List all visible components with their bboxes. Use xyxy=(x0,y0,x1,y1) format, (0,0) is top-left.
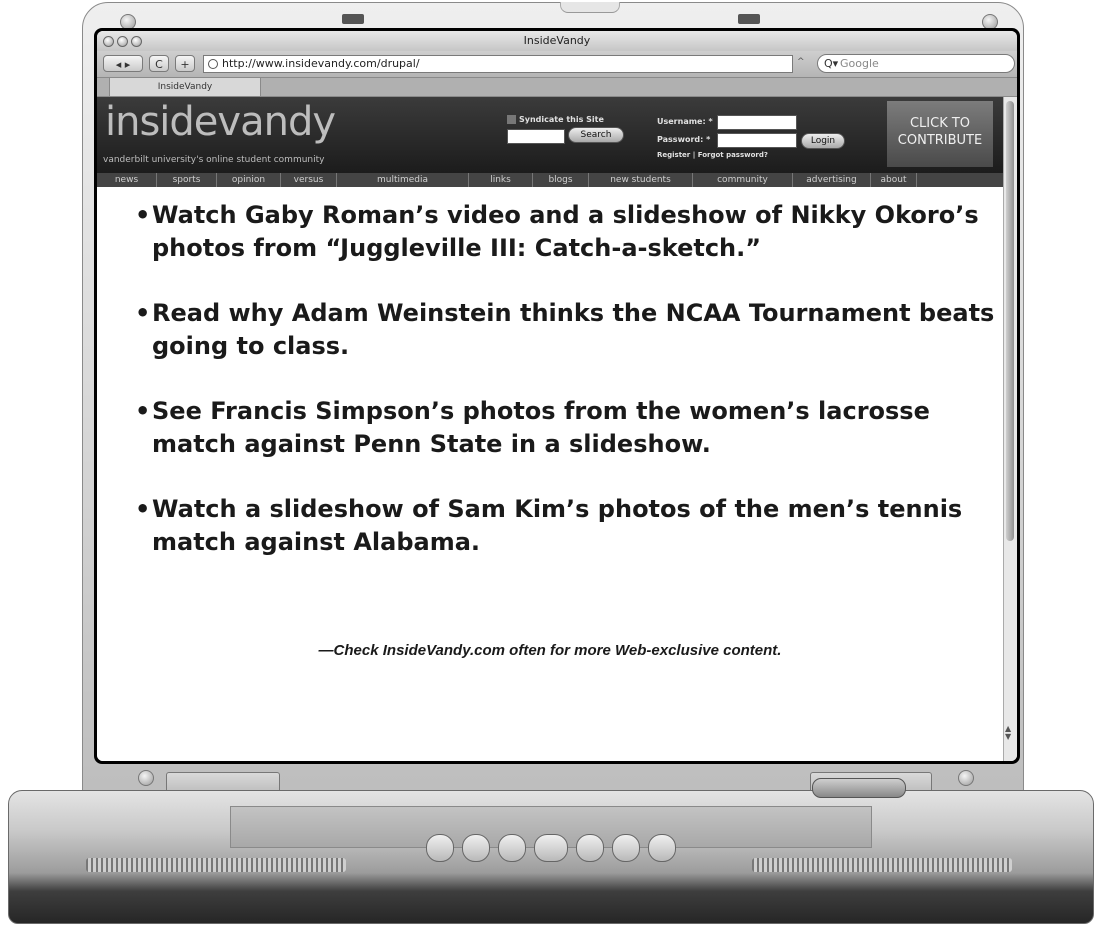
media-button-icon[interactable] xyxy=(462,834,491,862)
url-text: http://www.insidevandy.com/drupal/ xyxy=(222,57,420,70)
search-placeholder: Google xyxy=(840,57,879,70)
nav-item-community[interactable]: community xyxy=(693,173,793,187)
back-forward-button[interactable]: ◂ ▸ xyxy=(103,55,143,72)
media-button-icon[interactable] xyxy=(647,834,677,862)
nav-item-multimedia[interactable]: multimedia xyxy=(337,173,469,187)
article-item-text: Watch Gaby Roman’s video and a slideshow… xyxy=(152,201,979,262)
article-item-text: See Francis Simpson’s photos from the wo… xyxy=(152,397,930,458)
bullet-icon: • xyxy=(135,397,151,425)
nav-item-blogs[interactable]: blogs xyxy=(533,173,589,187)
browser-window: InsideVandy ◂ ▸ C + http://www.insidevan… xyxy=(97,31,1017,761)
site-tagline: vanderbilt university's online student c… xyxy=(103,155,325,165)
bullet-icon: • xyxy=(135,201,151,229)
contribute-line2: CONTRIBUTE xyxy=(897,133,983,148)
media-button-icon[interactable] xyxy=(575,834,604,862)
site-search-input[interactable] xyxy=(507,129,565,144)
nav-item-sports[interactable]: sports xyxy=(157,173,217,187)
contribute-line1: CLICK TO xyxy=(909,116,971,131)
article-list: •Watch Gaby Roman’s video and a slidesho… xyxy=(135,199,995,591)
bullet-icon: • xyxy=(135,299,151,327)
article-item[interactable]: •Watch Gaby Roman’s video and a slidesho… xyxy=(135,199,995,265)
tab-insidevandy[interactable]: InsideVandy xyxy=(109,78,261,96)
speaker-left xyxy=(86,858,346,872)
window-title: InsideVandy xyxy=(523,34,591,47)
media-button-icon[interactable] xyxy=(611,834,640,862)
article-item-text: Watch a slideshow of Sam Kim’s photos of… xyxy=(152,495,963,556)
search-input[interactable]: Q▾ Google xyxy=(817,54,1015,73)
site-header: insidevandy vanderbilt university's onli… xyxy=(97,97,1003,173)
syndicate-label: Syndicate this Site xyxy=(519,115,604,124)
reload-button[interactable]: C xyxy=(149,55,169,72)
password-field[interactable] xyxy=(717,133,797,148)
nav-item-advertising[interactable]: advertising xyxy=(793,173,871,187)
lid-clip-left xyxy=(342,14,364,24)
globe-icon xyxy=(208,59,218,69)
scroll-thumb[interactable] xyxy=(1006,101,1014,541)
article-content: •Watch Gaby Roman’s video and a slidesho… xyxy=(97,191,1003,761)
contribute-button[interactable]: CLICK TO CONTRIBUTE xyxy=(887,101,993,167)
lid-latch xyxy=(812,778,906,798)
media-button-icon[interactable] xyxy=(426,834,455,862)
vertical-scrollbar[interactable]: ▲ ▼ xyxy=(1003,97,1017,761)
login-button[interactable]: Login xyxy=(801,133,845,149)
nav-item-about[interactable]: about xyxy=(871,173,917,187)
search-icon: Q▾ xyxy=(824,57,839,70)
site-search-button[interactable]: Search xyxy=(568,127,624,143)
nav-item-links[interactable]: links xyxy=(469,173,533,187)
nav-item-versus[interactable]: versus xyxy=(281,173,337,187)
title-bar: InsideVandy xyxy=(97,31,1017,52)
url-dropdown-icon[interactable]: ^ xyxy=(797,57,805,67)
article-item[interactable]: •Read why Adam Weinstein thinks the NCAA… xyxy=(135,297,995,363)
media-button-icon[interactable] xyxy=(534,834,568,862)
speaker-right xyxy=(752,858,1012,872)
username-label: Username: * xyxy=(657,117,713,126)
bezel-screw-left xyxy=(138,770,154,786)
bezel-screw-right xyxy=(958,770,974,786)
add-bookmark-button[interactable]: + xyxy=(175,55,195,72)
forgot-password-link[interactable]: Forgot password? xyxy=(698,151,768,159)
article-item[interactable]: •See Francis Simpson’s photos from the w… xyxy=(135,395,995,461)
browser-toolbar: ◂ ▸ C + http://www.insidevandy.com/drupa… xyxy=(97,51,1017,78)
article-item-text: Read why Adam Weinstein thinks the NCAA … xyxy=(152,299,995,360)
article-note: —Check InsideVandy.com often for more We… xyxy=(318,642,782,659)
tab-bar: InsideVandy xyxy=(97,78,1017,97)
url-field[interactable]: http://www.insidevandy.com/drupal/ xyxy=(203,55,793,73)
syndicate-link[interactable]: Syndicate this Site xyxy=(507,115,604,124)
rss-icon xyxy=(507,115,516,124)
nav-item-opinion[interactable]: opinion xyxy=(217,173,281,187)
laptop-screen: InsideVandy ◂ ▸ C + http://www.insidevan… xyxy=(94,28,1020,764)
media-button-icon[interactable] xyxy=(498,834,527,862)
article-item[interactable]: •Watch a slideshow of Sam Kim’s photos o… xyxy=(135,493,995,559)
username-field[interactable] xyxy=(717,115,797,130)
site-logo[interactable]: insidevandy xyxy=(105,99,336,145)
nav-item-new-students[interactable]: new students xyxy=(589,173,693,187)
login-links: Register | Forgot password? xyxy=(657,151,768,159)
lid-notch xyxy=(560,2,620,13)
bullet-icon: • xyxy=(135,495,151,523)
password-label: Password: * xyxy=(657,135,711,144)
nav-item-news[interactable]: news xyxy=(97,173,157,187)
register-link[interactable]: Register xyxy=(657,151,690,159)
scroll-arrows-icon[interactable]: ▲ ▼ xyxy=(1005,725,1011,741)
site-nav: news sports opinion versus multimedia links bl… xyxy=(97,173,1003,187)
media-buttons xyxy=(426,834,677,866)
lid-clip-right xyxy=(738,14,760,24)
